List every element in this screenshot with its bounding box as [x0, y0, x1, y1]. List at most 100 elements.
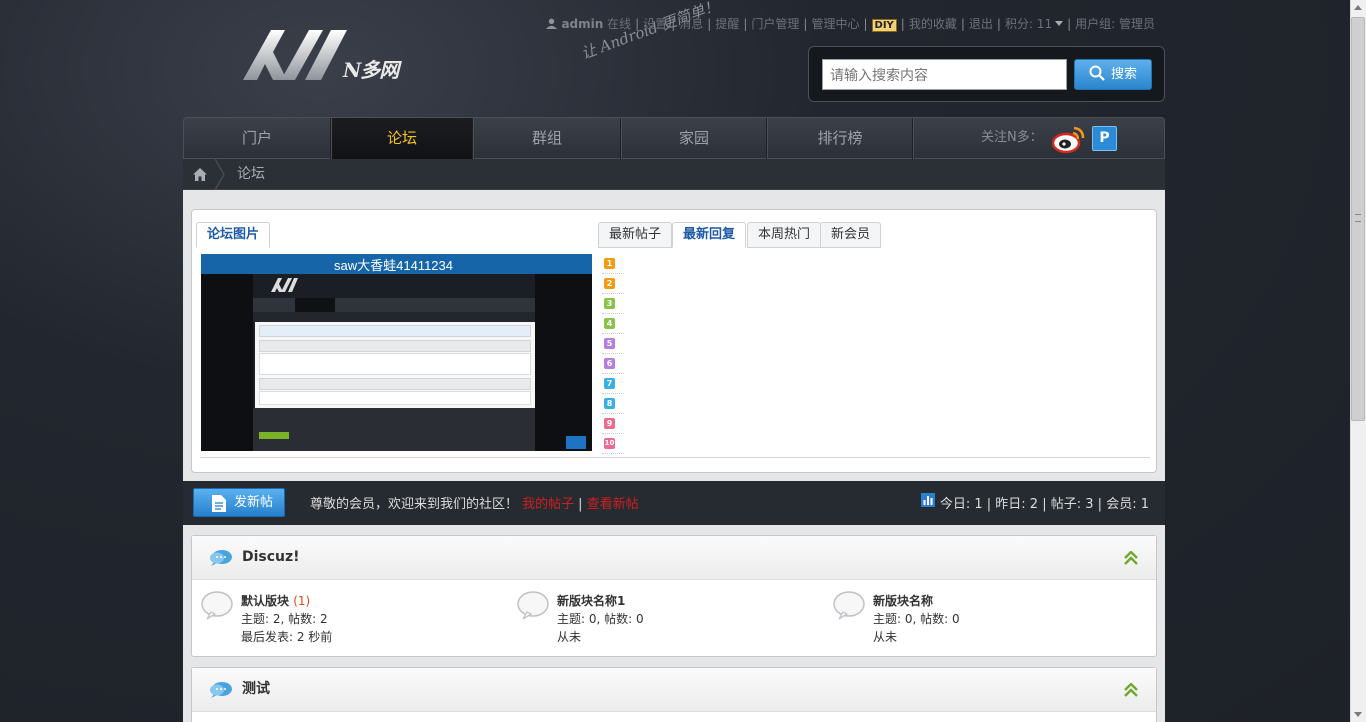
forum-category-discuz: Discuz! 默认版块 (1) 主题: 2, 帖数: 2 最后发表: 2 秒前… [191, 535, 1157, 657]
caret-down-icon [1055, 21, 1064, 26]
board-last-post: 从未 [557, 630, 582, 644]
search-button[interactable]: 搜索 [1074, 59, 1152, 90]
tab-weekly-hot[interactable]: 本周热门 [747, 222, 822, 248]
board-name[interactable]: 新版块名称 [873, 592, 933, 609]
tab-forum-images[interactable]: 论坛图片 [196, 222, 271, 248]
stat-today: 今日: 1 [939, 497, 983, 512]
favorites-link[interactable]: 我的收藏 [909, 15, 957, 32]
logo-text: N多网 [343, 58, 399, 82]
slide-caption[interactable]: saw大香蛙41411234 [334, 255, 453, 274]
magnifier-icon [1089, 65, 1105, 81]
nav-item-home[interactable]: 家园 [622, 118, 767, 159]
list-item[interactable]: 3 [602, 294, 624, 314]
messages-link[interactable]: 消息 [679, 15, 703, 32]
list-item[interactable]: 2 [602, 274, 624, 294]
board-name[interactable]: 新版块名称1 [557, 592, 625, 609]
category-header: Discuz! [192, 536, 1156, 580]
scroll-down-arrow-icon[interactable] [1354, 712, 1362, 717]
slide-card [259, 391, 531, 405]
rank-badge-2: 2 [604, 278, 615, 289]
nav-item-groups[interactable]: 群组 [474, 118, 621, 159]
settings-link[interactable]: 设置 [643, 15, 667, 32]
slide-crumb [253, 312, 535, 322]
rank-badge-8: 8 [604, 398, 615, 409]
breadcrumb-current[interactable]: 论坛 [237, 159, 265, 190]
weibo-icon[interactable] [1051, 124, 1086, 154]
nav-item-ranking[interactable]: 排行榜 [768, 118, 913, 159]
vertical-scrollbar[interactable] [1350, 0, 1366, 722]
scroll-thumb[interactable] [1351, 17, 1365, 421]
slide-footer [253, 408, 535, 451]
slide-blue-button [566, 436, 586, 449]
rank-badge-6: 6 [604, 358, 615, 369]
slide-page [255, 322, 535, 408]
person-icon [546, 18, 558, 29]
board-name[interactable]: 默认版块 (1) [241, 592, 310, 609]
chat-bubble-icon [210, 682, 232, 698]
board-bubble-icon [517, 591, 549, 620]
collapse-up-icon[interactable] [1124, 551, 1138, 565]
breadcrumb: 论坛 [183, 159, 1165, 190]
bar-chart-icon [920, 493, 935, 507]
board-last-post: 从未 [873, 630, 898, 644]
rank-badge-1: 1 [604, 258, 615, 269]
breadcrumb-separator-icon [214, 159, 225, 190]
list-item[interactable]: 6 [602, 354, 624, 374]
scroll-up-arrow-icon[interactable] [1354, 5, 1362, 10]
rank-badge-3: 3 [604, 298, 615, 309]
nav-item-portal[interactable]: 门户 [184, 118, 331, 159]
collapse-up-icon[interactable] [1124, 683, 1138, 697]
user-toolbar: admin 在线 | 设置 | 消息 | 提醒 | 门户管理 | 管理中心 | DIY | 我的收藏 | 退出 |… [546, 15, 1155, 32]
search-button-label: 搜索 [1110, 67, 1137, 82]
admin-center-link[interactable]: 管理中心 [811, 15, 859, 32]
board-topics: 主题: 0, 帖数: 0 [557, 612, 644, 626]
view-new-posts-link[interactable]: 查看新帖 [587, 497, 639, 512]
tab-latest-replies[interactable]: 最新回复 [672, 222, 747, 248]
slide-row [259, 378, 531, 390]
new-count: (1) [293, 594, 311, 608]
list-item[interactable]: 1 [602, 254, 624, 274]
new-post-button[interactable]: 发新帖 [193, 488, 285, 517]
category-title[interactable]: 测试 [242, 668, 270, 710]
list-item[interactable]: 4 [602, 314, 624, 334]
board-bubble-icon [833, 591, 865, 620]
category-header: 测试 [192, 668, 1156, 712]
forum-image-slide[interactable]: saw大香蛙41411234 [201, 254, 592, 451]
points-menu[interactable]: 积分: 11 [1005, 15, 1064, 32]
logout-link[interactable]: 退出 [969, 15, 993, 32]
reminders-link[interactable]: 提醒 [715, 15, 739, 32]
stat-members: 会员: 1 [1106, 497, 1149, 512]
board-last-post[interactable]: 最后发表: 2 秒前 [241, 628, 332, 645]
rank-badge-5: 5 [604, 338, 615, 349]
list-item[interactable]: 10 [602, 434, 624, 454]
portal-admin-link[interactable]: 门户管理 [751, 15, 799, 32]
home-icon[interactable] [193, 168, 207, 181]
slide-green-button [259, 432, 289, 439]
user-avatar [546, 17, 561, 31]
new-post-label: 发新帖 [234, 495, 274, 510]
tab-new-members[interactable]: 新会员 [820, 222, 882, 248]
main-nav: 门户 论坛 群组 家园 排行榜 关注N多： P [183, 117, 1165, 159]
reply-rank-list: 1 2 3 4 5 6 7 8 9 10 [602, 254, 624, 454]
logo-mark-icon [243, 30, 347, 80]
nav-item-forum[interactable]: 论坛 [332, 118, 473, 159]
board-bubble-icon [201, 591, 233, 620]
list-item[interactable]: 5 [602, 334, 624, 354]
list-item[interactable]: 9 [602, 414, 624, 434]
my-posts-link[interactable]: 我的帖子 [522, 497, 574, 512]
diy-button[interactable]: DIY [871, 19, 897, 32]
qq-weibo-icon[interactable]: P [1092, 126, 1117, 151]
online-status[interactable]: 在线 [607, 15, 631, 32]
scroll-grip-icon [1355, 214, 1361, 222]
search-input[interactable] [822, 59, 1067, 90]
list-item[interactable]: 8 [602, 394, 624, 414]
rank-badge-7: 7 [604, 378, 615, 389]
board-topics: 主题: 0, 帖数: 0 [873, 612, 960, 626]
user-group-link[interactable]: 用户组: 管理员 [1075, 15, 1155, 32]
category-title[interactable]: Discuz! [242, 536, 300, 578]
stat-posts: 帖子: 3 [1050, 497, 1094, 512]
tab-latest-posts[interactable]: 最新帖子 [598, 222, 673, 248]
divider [200, 457, 1150, 458]
list-item[interactable]: 7 [602, 374, 624, 394]
username-link[interactable]: admin [561, 17, 603, 31]
